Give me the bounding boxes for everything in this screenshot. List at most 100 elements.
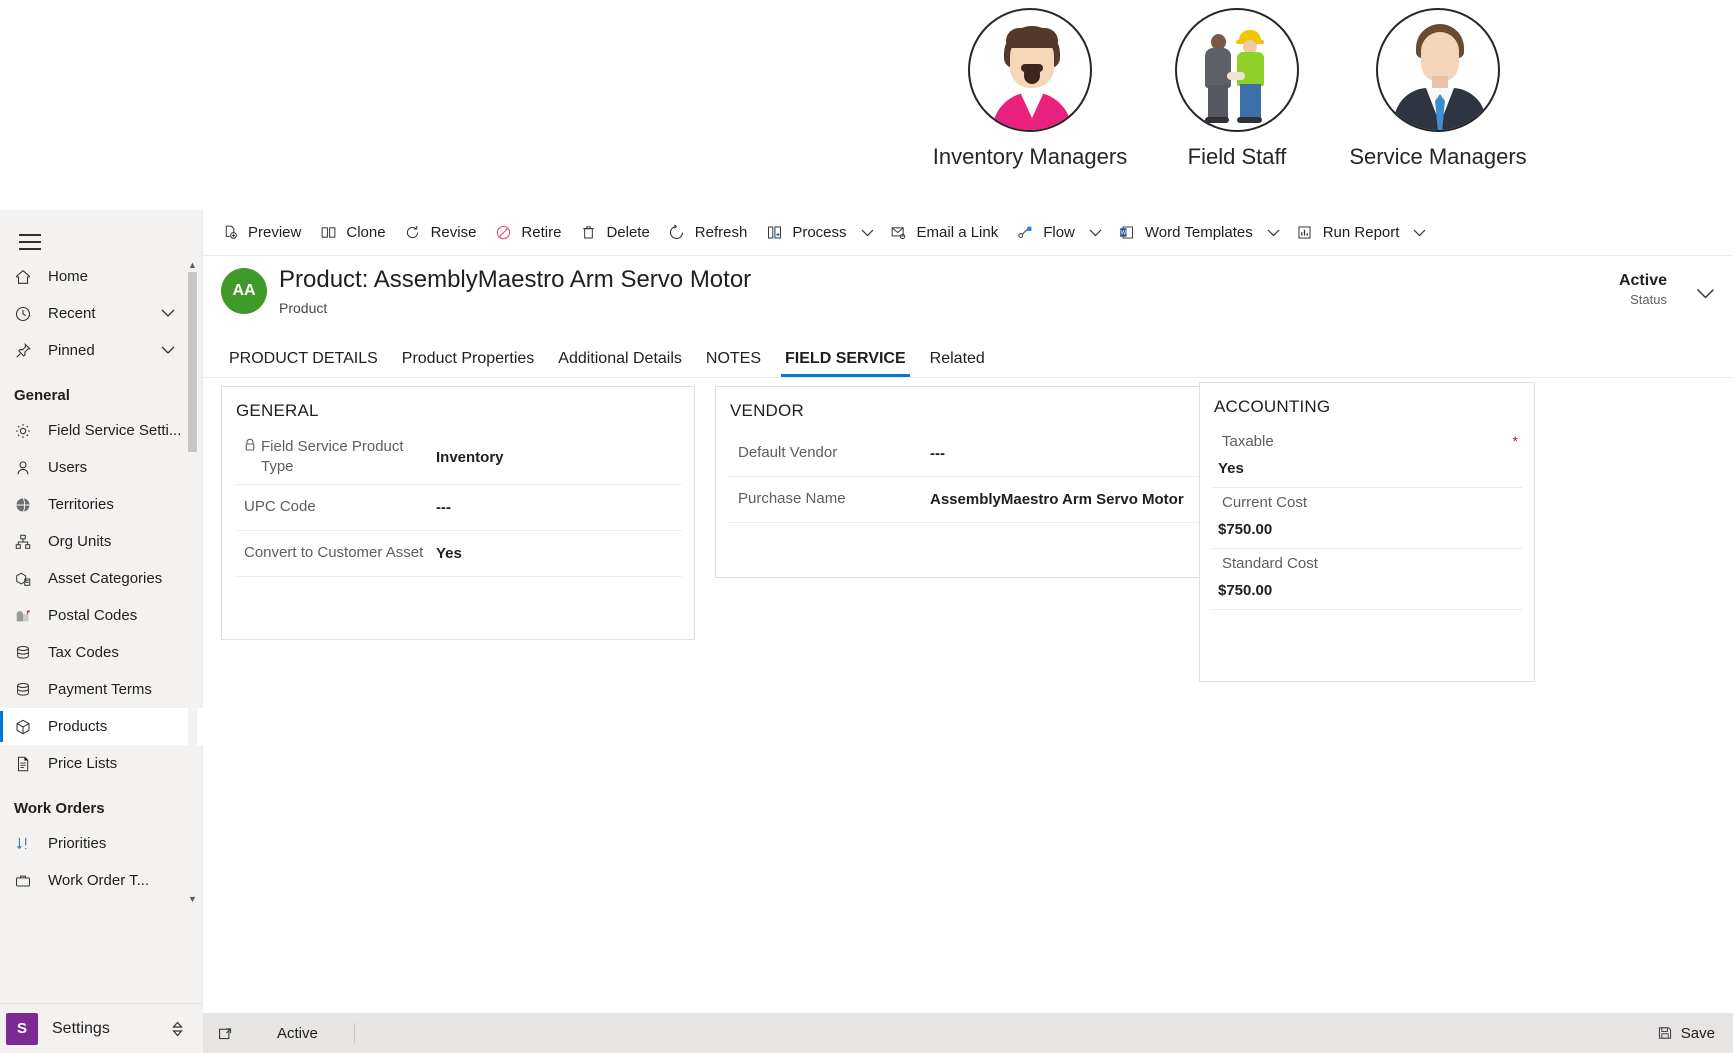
card-vendor: VENDOR Default Vendor --- Purchase Name … [715, 386, 1225, 578]
sidebar-settings-area[interactable]: S Settings [0, 1003, 203, 1053]
status-badge[interactable]: Active Status [1619, 272, 1667, 307]
field-value: Yes [436, 544, 462, 562]
form-area: GENERAL Field Service Product Type Inven… [203, 378, 1733, 983]
footer-divider [353, 1023, 355, 1043]
email-a-link-button[interactable]: Email a Link [880, 214, 1007, 252]
field-upc-code[interactable]: UPC Code --- [234, 485, 682, 531]
email-link-icon [888, 224, 910, 242]
sidebar-item-products[interactable]: Products [0, 708, 203, 745]
field-standard-cost[interactable]: Standard Cost $750.00 [1212, 549, 1522, 610]
command-label: Process [792, 224, 847, 241]
card-general: GENERAL Field Service Product Type Inven… [221, 386, 695, 640]
trash-icon [577, 224, 599, 242]
run-report-chevron-down-icon[interactable] [1407, 214, 1432, 252]
persona-label: Field Staff [1187, 144, 1287, 169]
document-icon [14, 754, 42, 774]
field-purchase-name[interactable]: Purchase Name AssemblyMaestro Arm Servo … [728, 477, 1212, 523]
persona-label: Inventory Managers [932, 144, 1128, 169]
command-label: Clone [346, 224, 386, 241]
run-report-button[interactable]: Run Report [1286, 214, 1408, 252]
field-field-service-product-type[interactable]: Field Service Product Type Inventory [234, 431, 682, 485]
command-label: Word Templates [1144, 224, 1253, 241]
clone-button[interactable]: Clone [309, 214, 393, 252]
persona-service-managers[interactable]: Service Managers [1323, 8, 1553, 170]
card-tail [716, 523, 1224, 547]
lock-icon [244, 438, 256, 451]
sidebar-item-label: Tax Codes [48, 644, 119, 661]
sidebar-item-priorities[interactable]: Priorities [0, 825, 203, 862]
sidebar-item-label: Priorities [48, 835, 107, 852]
save-button[interactable]: Save [1649, 1019, 1723, 1048]
settings-app-badge: S [6, 1012, 38, 1045]
tab-product-details[interactable]: PRODUCT DETAILS [217, 350, 390, 377]
sidebar-item-field-service-settings[interactable]: Field Service Setti... [0, 412, 203, 449]
sidebar-item-label: Products [48, 718, 108, 735]
command-label: Flow [1043, 224, 1075, 241]
sidebar-item-asset-categories[interactable]: Asset Categories [0, 560, 203, 597]
retire-icon [492, 224, 514, 242]
scroll-down-icon[interactable]: ▼ [188, 892, 197, 906]
scroll-up-icon[interactable]: ▲ [188, 258, 197, 272]
refresh-button[interactable]: Refresh [658, 214, 756, 252]
flow-button[interactable]: Flow [1006, 214, 1083, 252]
sidebar-nav-scroll: Home Recent Pinned General Field Service… [0, 258, 203, 906]
page-title: Product: AssemblyMaestro Arm Servo Motor [279, 266, 752, 293]
sidebar-item-price-lists[interactable]: Price Lists [0, 745, 203, 782]
delete-button[interactable]: Delete [569, 214, 657, 252]
field-value: --- [436, 498, 451, 516]
flow-chevron-down-icon[interactable] [1083, 214, 1108, 252]
tab-product-properties[interactable]: Product Properties [390, 350, 547, 377]
word-templates-chevron-down-icon[interactable] [1261, 214, 1286, 252]
sidebar-item-label: Price Lists [48, 755, 118, 772]
sidebar-scrollbar[interactable]: ▲ ▼ [186, 258, 198, 906]
sidebar-item-users[interactable]: Users [0, 449, 203, 486]
process-chevron-down-icon[interactable] [855, 214, 880, 252]
sidebar-item-payment-terms[interactable]: Payment Terms [0, 671, 203, 708]
sidebar-item-pinned[interactable]: Pinned [0, 332, 203, 369]
header-chevron-down-icon[interactable] [1696, 288, 1715, 299]
sidebar-item-work-order-types[interactable]: Work Order T... [0, 862, 203, 899]
app-switcher-icon[interactable] [170, 1020, 185, 1038]
sidebar-item-postal-codes[interactable]: Postal Codes [0, 597, 203, 634]
word-templates-button[interactable]: W Word Templates [1108, 214, 1261, 252]
persona-inventory-managers[interactable]: Inventory Managers [915, 8, 1145, 170]
field-taxable[interactable]: Taxable Yes * [1212, 427, 1522, 488]
sidebar-item-label: Postal Codes [48, 607, 138, 624]
revise-button[interactable]: Revise [394, 214, 485, 252]
tab-field-service[interactable]: FIELD SERVICE [773, 350, 918, 377]
popout-icon[interactable] [211, 1021, 239, 1045]
sidebar-item-recent[interactable]: Recent [0, 295, 203, 332]
field-convert-to-customer-asset[interactable]: Convert to Customer Asset Yes [234, 531, 682, 577]
card-title: VENDOR [730, 401, 804, 420]
tab-additional-details[interactable]: Additional Details [546, 350, 694, 377]
sidebar-item-label: Recent [48, 305, 96, 322]
chevron-down-icon[interactable] [161, 309, 175, 318]
sidebar: Home Recent Pinned General Field Service… [0, 210, 203, 1053]
scrollbar-thumb[interactable] [188, 272, 197, 452]
card-tail [1200, 610, 1534, 634]
service-manager-avatar [1376, 8, 1500, 132]
sidebar-item-territories[interactable]: Territories [0, 486, 203, 523]
sidebar-item-org-units[interactable]: Org Units [0, 523, 203, 560]
field-current-cost[interactable]: Current Cost $750.00 [1212, 488, 1522, 549]
command-label: Preview [248, 224, 302, 241]
process-button[interactable]: Process [755, 214, 854, 252]
sidebar-item-tax-codes[interactable]: Tax Codes [0, 634, 203, 671]
revise-icon [402, 224, 424, 242]
clock-icon [14, 304, 42, 324]
sidebar-item-home[interactable]: Home [0, 258, 203, 295]
field-label: Taxable [1222, 433, 1274, 450]
field-default-vendor[interactable]: Default Vendor --- [728, 431, 1212, 477]
tab-related[interactable]: Related [918, 350, 997, 377]
field-value: Inventory [436, 448, 504, 466]
command-label: Retire [521, 224, 562, 241]
preview-button[interactable]: Preview [211, 214, 309, 252]
sort-arrows-icon [14, 834, 42, 854]
field-value: AssemblyMaestro Arm Servo Motor [930, 491, 1184, 508]
chevron-down-icon[interactable] [161, 346, 175, 355]
required-indicator-icon: * [1512, 433, 1518, 449]
field-value: $750.00 [1218, 582, 1273, 599]
tab-notes[interactable]: NOTES [694, 350, 773, 377]
persona-field-staff[interactable]: Field Staff [1122, 8, 1352, 170]
retire-button[interactable]: Retire [484, 214, 569, 252]
